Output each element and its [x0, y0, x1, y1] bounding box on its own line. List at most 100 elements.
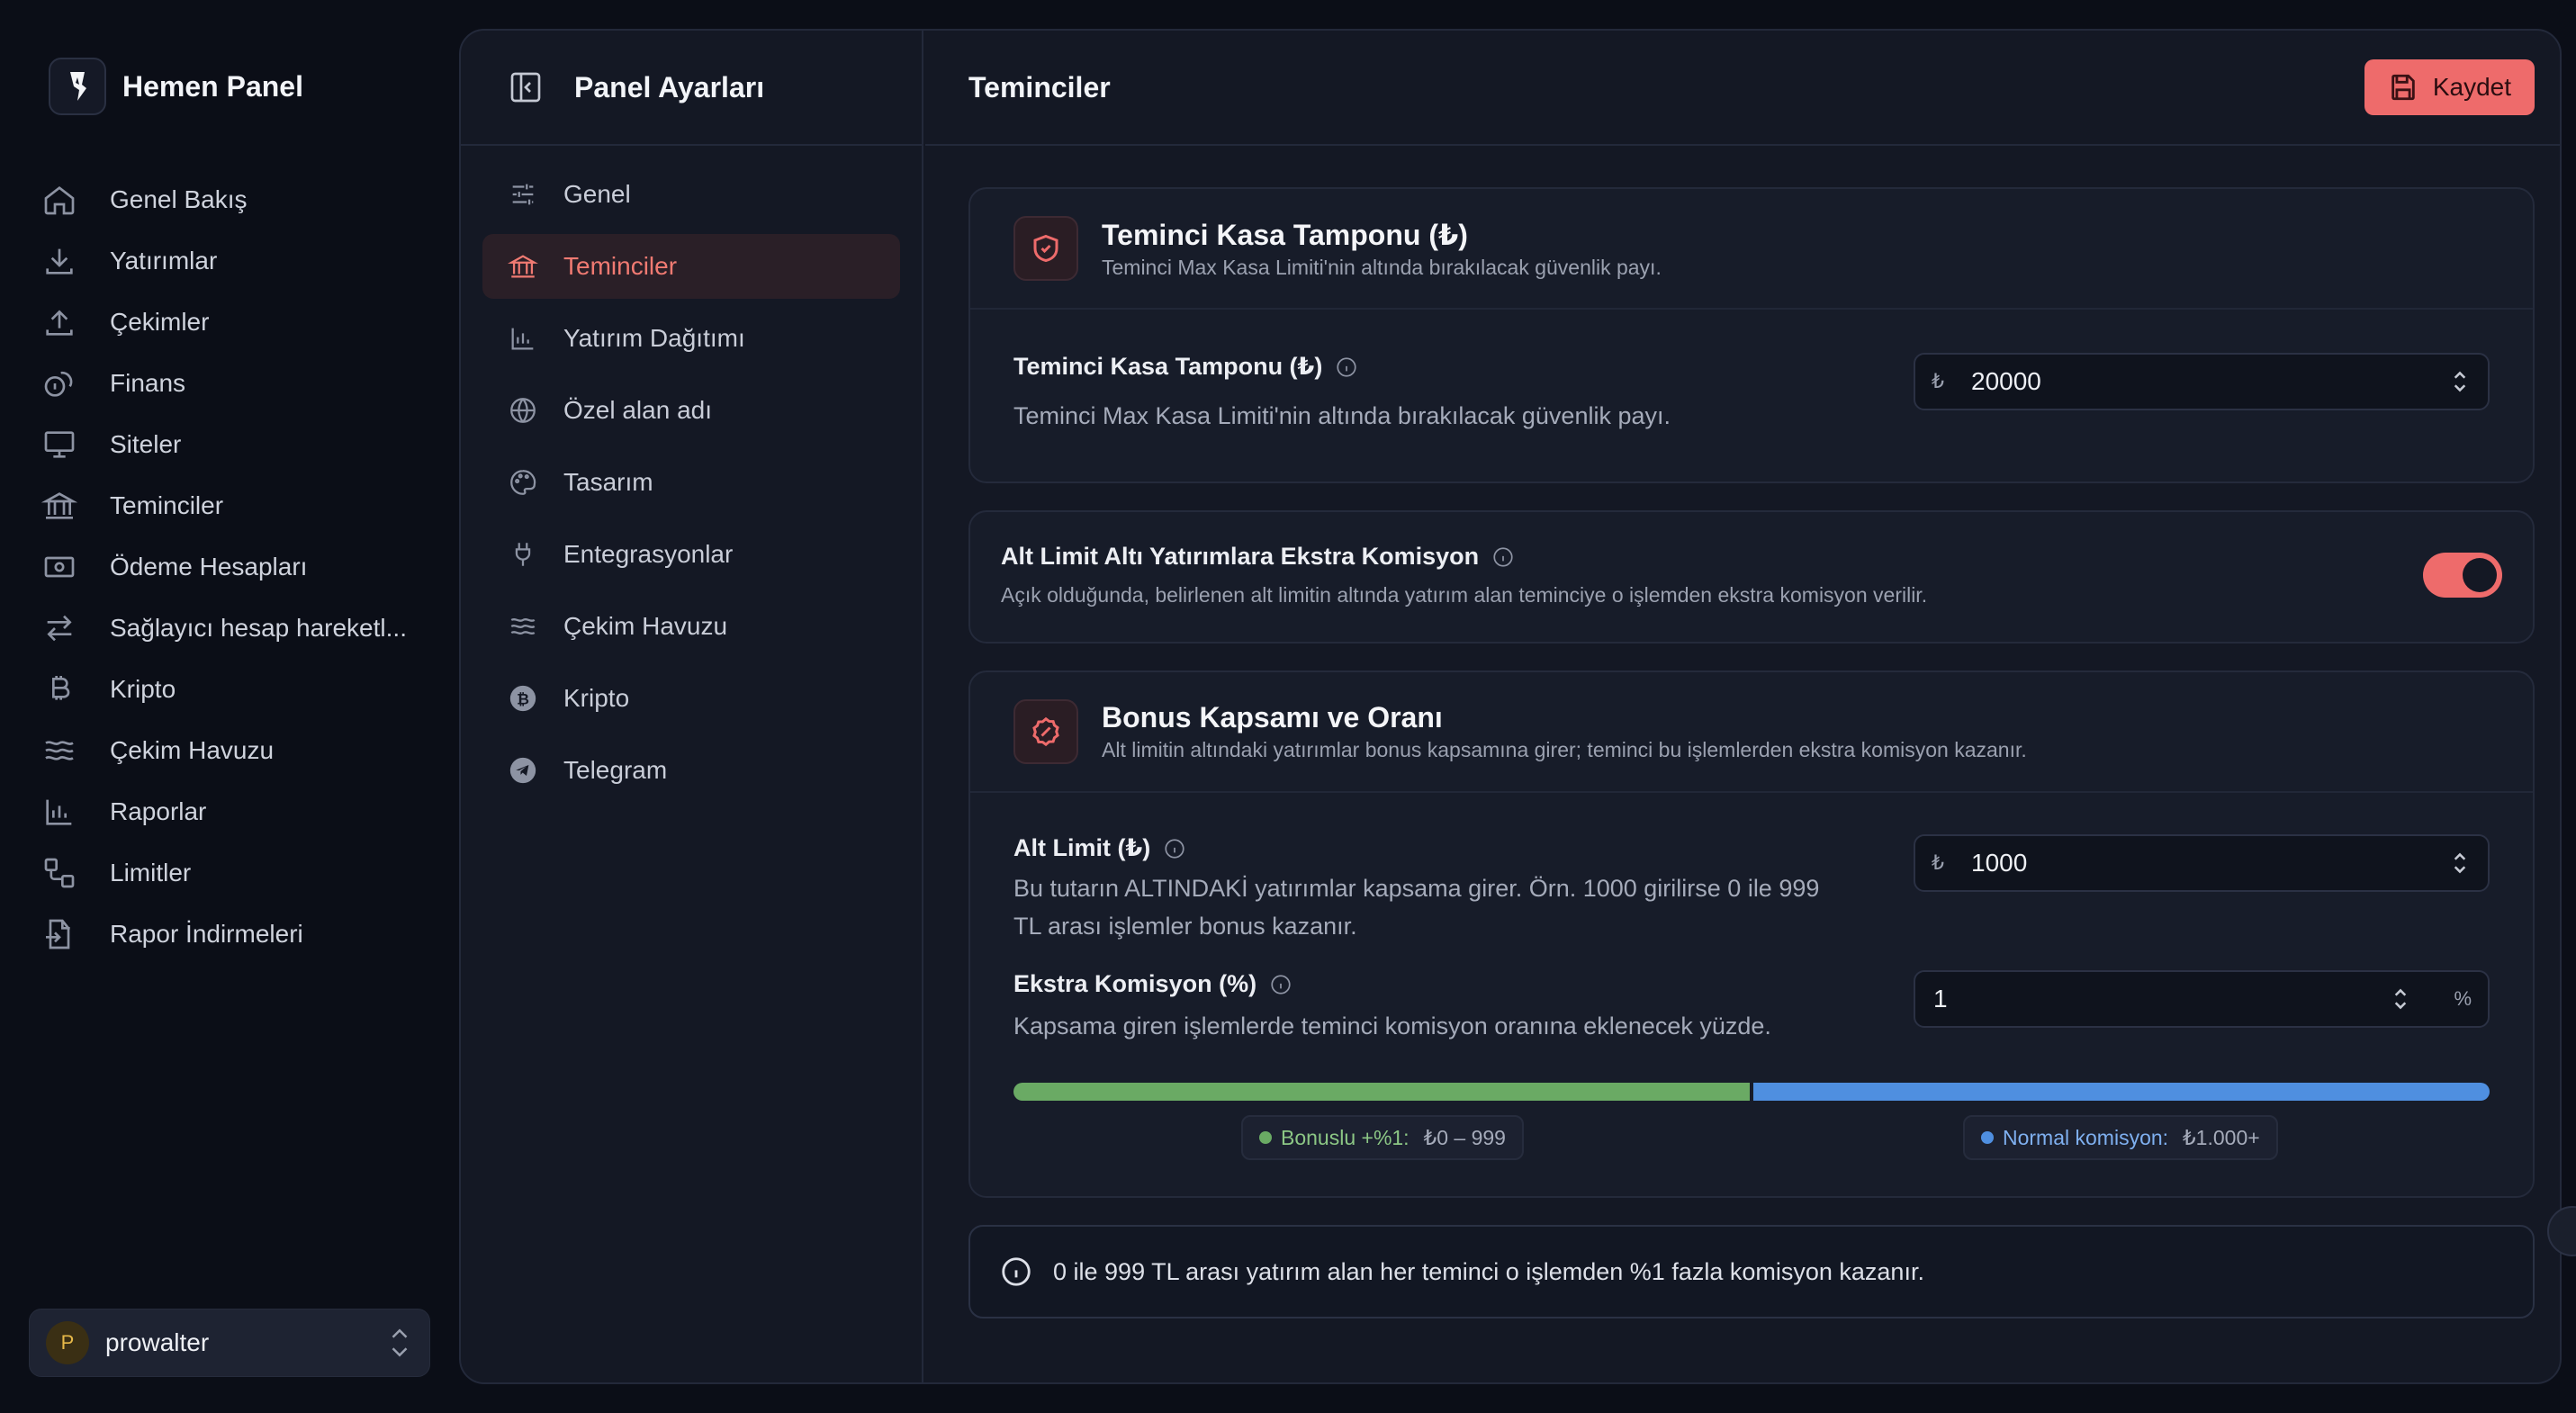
toggle-desc: Açık olduğunda, belirlenen alt limitin a…: [1001, 583, 1928, 607]
brand-logo-icon: [49, 58, 106, 115]
alt-limit-input[interactable]: ₺ 1000: [1914, 834, 2490, 892]
percent-suffix: %: [2454, 987, 2472, 1010]
nav-item-odeme-hesaplari[interactable]: Ödeme Hesapları: [27, 536, 432, 598]
brand[interactable]: Hemen Panel: [27, 54, 432, 119]
buffer-input[interactable]: ₺ 20000: [1914, 353, 2490, 410]
buffer-field: Teminci Kasa Tamponu (₺) Teminci Max Kas…: [1013, 353, 2490, 435]
settings-item-genel[interactable]: Genel: [482, 162, 900, 227]
waves-icon: [45, 741, 74, 760]
legend-normal: Normal komisyon: ₺1.000+: [1963, 1115, 2278, 1160]
nav-item-limitler[interactable]: Limitler: [27, 842, 432, 904]
waves-icon: [510, 617, 536, 635]
extra-commission-input-value: 1: [1933, 985, 1948, 1012]
buffer-card-title: Teminci Kasa Tamponu (₺): [1102, 218, 1468, 251]
coins-icon: [44, 371, 73, 397]
stepper-icon[interactable]: [2389, 984, 2412, 1014]
settings-sidebar: Panel Ayarları Genel Teminciler Yatırım …: [461, 31, 923, 1382]
info-icon[interactable]: [1269, 973, 1293, 996]
info-icon[interactable]: [1163, 837, 1186, 860]
extra-commission-toggle-card: Alt Limit Altı Yatırımlara Ekstra Komisy…: [968, 510, 2535, 644]
bonus-card-subtitle: Alt limitin altındaki yatırımlar bonus k…: [1102, 738, 2027, 761]
buffer-field-label: Teminci Kasa Tamponu (₺): [1013, 353, 1671, 381]
user-name: prowalter: [105, 1328, 210, 1356]
globe-icon: [510, 398, 536, 423]
toggle-title: Alt Limit Altı Yatırımlara Ekstra Komisy…: [1001, 543, 1927, 571]
extra-commission-toggle[interactable]: [2423, 553, 2502, 598]
legend-bonus-dot: [1259, 1131, 1272, 1144]
brand-name: Hemen Panel: [122, 69, 303, 103]
alt-limit-input-value: 1000: [1971, 849, 2028, 877]
settings-item-yatirim-dagitimi[interactable]: Yatırım Dağıtımı: [482, 306, 900, 371]
bonus-card-title: Bonus Kapsamı ve Oranı: [1102, 701, 1443, 734]
settings-item-ozel-alan-adi[interactable]: Özel alan adı: [482, 378, 900, 443]
badge-percent-icon: [1013, 699, 1078, 764]
toggle-knob: [2463, 558, 2497, 592]
user-switcher[interactable]: P prowalter: [29, 1309, 430, 1377]
info-icon[interactable]: [1335, 356, 1358, 379]
settings-item-tasarim[interactable]: Tasarım: [482, 450, 900, 515]
extra-commission-input[interactable]: 1 %: [1914, 970, 2490, 1028]
buffer-card-subtitle: Teminci Max Kasa Limiti'nin altında bıra…: [1102, 255, 1662, 279]
buffer-input-value: 20000: [1971, 367, 2041, 395]
upload-icon: [46, 310, 73, 336]
content-area: Teminciler Kaydet Teminci Kasa Tamponu (…: [925, 31, 2560, 1382]
buffer-card-body: Teminci Kasa Tamponu (₺) Teminci Max Kas…: [970, 310, 2533, 482]
shield-icon: [1013, 216, 1078, 281]
range-legend: Bonuslu +%1: ₺0 – 999 Normal komisyon: ₺…: [1013, 1115, 2490, 1166]
settings-nav: Genel Teminciler Yatırım Dağıtımı Özel a…: [461, 146, 922, 826]
nav-item-kripto[interactable]: Kripto: [27, 659, 432, 720]
nav-item-raporlar[interactable]: Raporlar: [27, 781, 432, 842]
normal-range-segment: [1753, 1083, 2490, 1101]
currency-prefix: ₺: [1932, 370, 1944, 392]
legend-bonus: Bonuslu +%1: ₺0 – 999: [1241, 1115, 1524, 1160]
content-header: Teminciler Kaydet: [925, 31, 2560, 146]
info-icon[interactable]: [1491, 545, 1515, 569]
nav-item-rapor-indirmeleri[interactable]: Rapor İndirmeleri: [27, 904, 432, 965]
alt-limit-desc: Bu tutarın ALTINDAKİ yatırımlar kapsama …: [1013, 875, 1820, 940]
bar-chart-icon: [511, 328, 534, 350]
bitcoin-icon: ₿: [509, 685, 536, 712]
bonus-range-segment: [1013, 1083, 1750, 1101]
nav-item-siteler[interactable]: Siteler: [27, 414, 432, 475]
settings-item-telegram[interactable]: Telegram: [482, 738, 900, 803]
notice-text: 0 ile 999 TL arası yatırım alan her temi…: [1053, 1257, 1924, 1285]
nav-item-teminciler[interactable]: Teminciler: [27, 475, 432, 536]
info-circle-icon: [1002, 1257, 1031, 1286]
settings-panel: Panel Ayarları Genel Teminciler Yatırım …: [459, 29, 2562, 1384]
save-button[interactable]: Kaydet: [2364, 59, 2535, 115]
monitor-icon: [44, 431, 75, 458]
nav-item-cekimler[interactable]: Çekimler: [27, 292, 432, 353]
home-icon: [44, 185, 75, 215]
bar-chart-icon: [46, 799, 72, 825]
settings-item-cekim-havuzu[interactable]: Çekim Havuzu: [482, 594, 900, 659]
workflow-icon: [44, 858, 75, 888]
bonus-card-header: Bonus Kapsamı ve Oranı Alt limitin altın…: [970, 672, 2533, 793]
save-icon: [2391, 74, 2415, 101]
stepper-icon[interactable]: [2448, 366, 2472, 397]
settings-item-kripto[interactable]: ₿ Kripto: [482, 666, 900, 731]
settings-item-entegrasyonlar[interactable]: Entegrasyonlar: [482, 522, 900, 587]
alt-limit-field: Alt Limit (₺) Bu tutarın ALTINDAKİ yatır…: [1013, 834, 2490, 945]
settings-title: Panel Ayarları: [574, 70, 765, 104]
app-sidebar: Hemen Panel Genel Bakış Yatırımlar Çekim…: [0, 0, 459, 1413]
download-icon: [46, 248, 73, 274]
settings-item-teminciler[interactable]: Teminciler: [482, 234, 900, 299]
main-nav: Genel Bakış Yatırımlar Çekimler Finans S…: [27, 169, 432, 965]
extra-commission-desc: Kapsama giren işlemlerde teminci komisyo…: [1013, 1012, 1771, 1040]
nav-item-cekim-havuzu[interactable]: Çekim Havuzu: [27, 720, 432, 781]
bitcoin-icon: [52, 676, 70, 700]
telegram-icon: [509, 757, 536, 784]
stepper-icon[interactable]: [2448, 848, 2472, 878]
legend-normal-dot: [1981, 1131, 1994, 1144]
avatar: P: [46, 1321, 89, 1364]
sliders-icon: [512, 184, 534, 205]
nav-item-yatirimlar[interactable]: Yatırımlar: [27, 230, 432, 292]
nav-item-genel-bakis[interactable]: Genel Bakış: [27, 169, 432, 230]
svg-text:₿: ₿: [517, 690, 529, 708]
sidebar-collapse-icon[interactable]: [508, 69, 544, 105]
nav-item-saglayici-hesap-hareketleri[interactable]: Sağlayıcı hesap hareketl...: [27, 598, 432, 659]
bonus-card: Bonus Kapsamı ve Oranı Alt limitin altın…: [968, 670, 2535, 1198]
nav-item-finans[interactable]: Finans: [27, 353, 432, 414]
alt-limit-label: Alt Limit (₺): [1013, 834, 1842, 862]
palette-icon: [510, 470, 536, 495]
